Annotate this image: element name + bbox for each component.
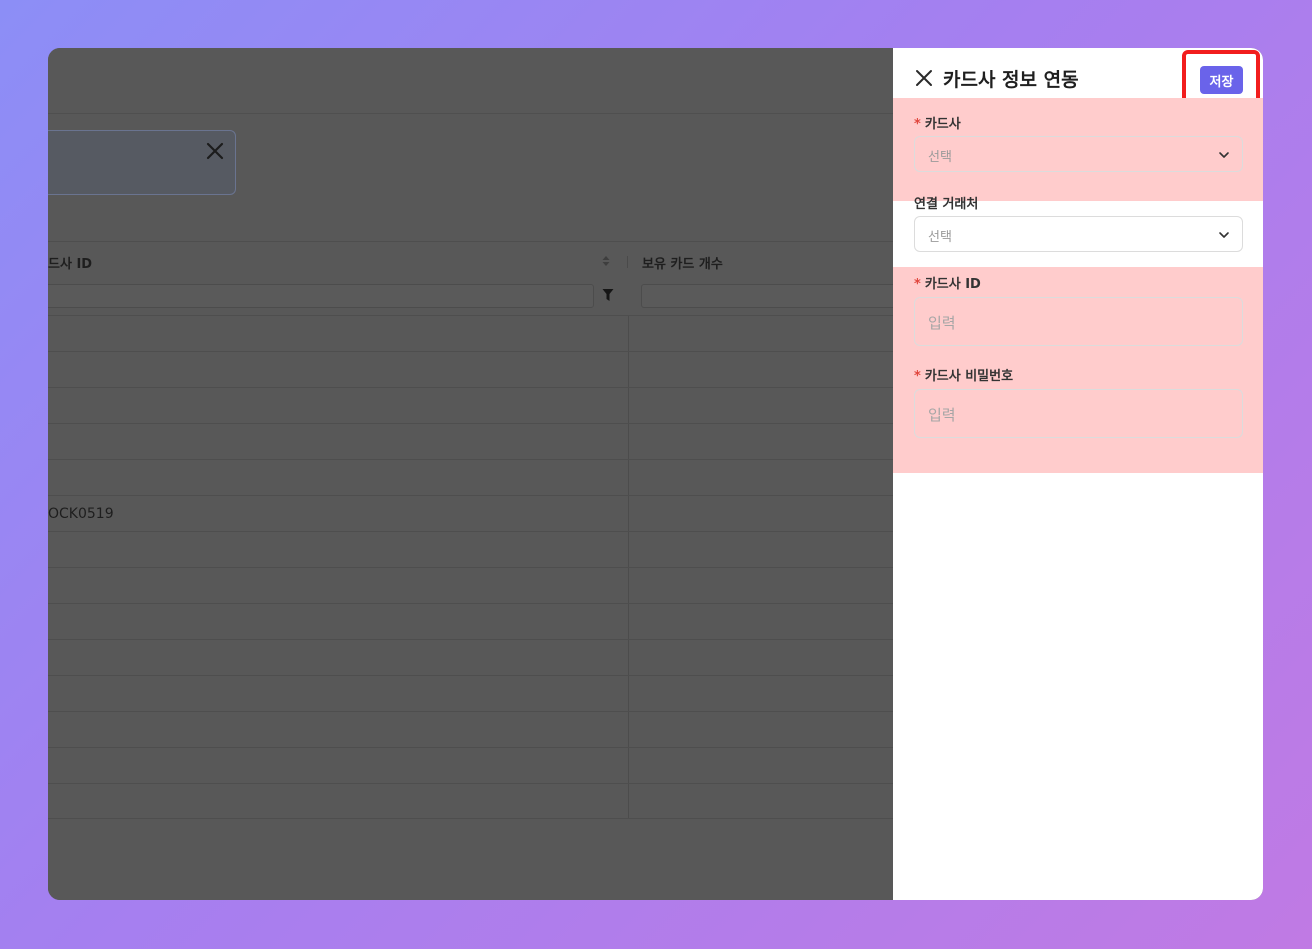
required-mark: * [914, 369, 921, 384]
card-company-drawer: 카드사 정보 연동 저장 *카드사 선택 연결 거래처 선택 *카드사 ID [893, 48, 1263, 900]
table-cell-card-id: OCK0519 [48, 506, 114, 522]
table-row [48, 423, 893, 424]
partner-select[interactable]: 선택 [914, 216, 1243, 252]
close-icon[interactable] [204, 140, 226, 162]
table-row [48, 459, 893, 460]
table-row [48, 387, 893, 388]
card-company-label-text: 카드사 [924, 117, 961, 132]
table-top-border [48, 241, 893, 242]
table-row [48, 351, 893, 352]
partner-select-value: 선택 [928, 230, 952, 245]
column-header-card-id[interactable]: 드사 ID [48, 253, 92, 272]
column-separator [627, 256, 628, 268]
table-row [48, 567, 893, 568]
column-header-card-count[interactable]: 보유 카드 개수 [642, 253, 723, 272]
table-row [48, 603, 893, 604]
card-company-select-value: 선택 [928, 150, 952, 165]
column-filter-input[interactable] [48, 284, 594, 308]
table-row [48, 818, 893, 819]
background-app-overlay[interactable]: 드사 ID 보유 카드 개수 OCK0519 [48, 48, 901, 900]
table-row [48, 639, 893, 640]
table-row [48, 531, 893, 532]
table-row [48, 747, 893, 748]
table-row [48, 675, 893, 676]
card-password-label-text: 카드사 비밀번호 [924, 369, 1014, 384]
table-row [48, 711, 893, 712]
card-password-input[interactable]: 입력 [914, 389, 1243, 438]
card-password-label: * 카드사 비밀번호 [914, 365, 1013, 384]
required-mark: * [914, 277, 921, 292]
required-mark: * [914, 117, 921, 132]
close-icon[interactable] [915, 69, 933, 87]
save-button[interactable]: 저장 [1200, 66, 1243, 94]
table-row [48, 783, 893, 784]
card-company-label: * 카드사 [914, 113, 961, 132]
table-row [48, 495, 893, 496]
column-filter-input[interactable] [641, 284, 901, 308]
card-id-placeholder: 입력 [928, 314, 956, 332]
card-id-label-text: 카드사 ID [924, 277, 981, 292]
header-divider [48, 113, 893, 114]
partner-label: 연결 거래처 [914, 197, 979, 212]
chevron-down-icon [1219, 232, 1229, 238]
filter-icon[interactable] [602, 288, 614, 302]
chevron-down-icon [1219, 152, 1229, 158]
drawer-title: 카드사 정보 연동 [943, 69, 1079, 91]
card-password-placeholder: 입력 [928, 406, 956, 424]
card-company-select[interactable]: 선택 [914, 136, 1243, 172]
card-id-input[interactable]: 입력 [914, 297, 1243, 346]
app-window: 드사 ID 보유 카드 개수 OCK0519 카드사 정보 연동 저장 * 카드… [48, 48, 1263, 900]
table-header-border [48, 315, 893, 316]
card-id-label: * 카드사 ID [914, 273, 981, 292]
drawer-header: 카드사 정보 연동 저장 [893, 48, 1263, 106]
sort-icon[interactable] [601, 253, 611, 269]
